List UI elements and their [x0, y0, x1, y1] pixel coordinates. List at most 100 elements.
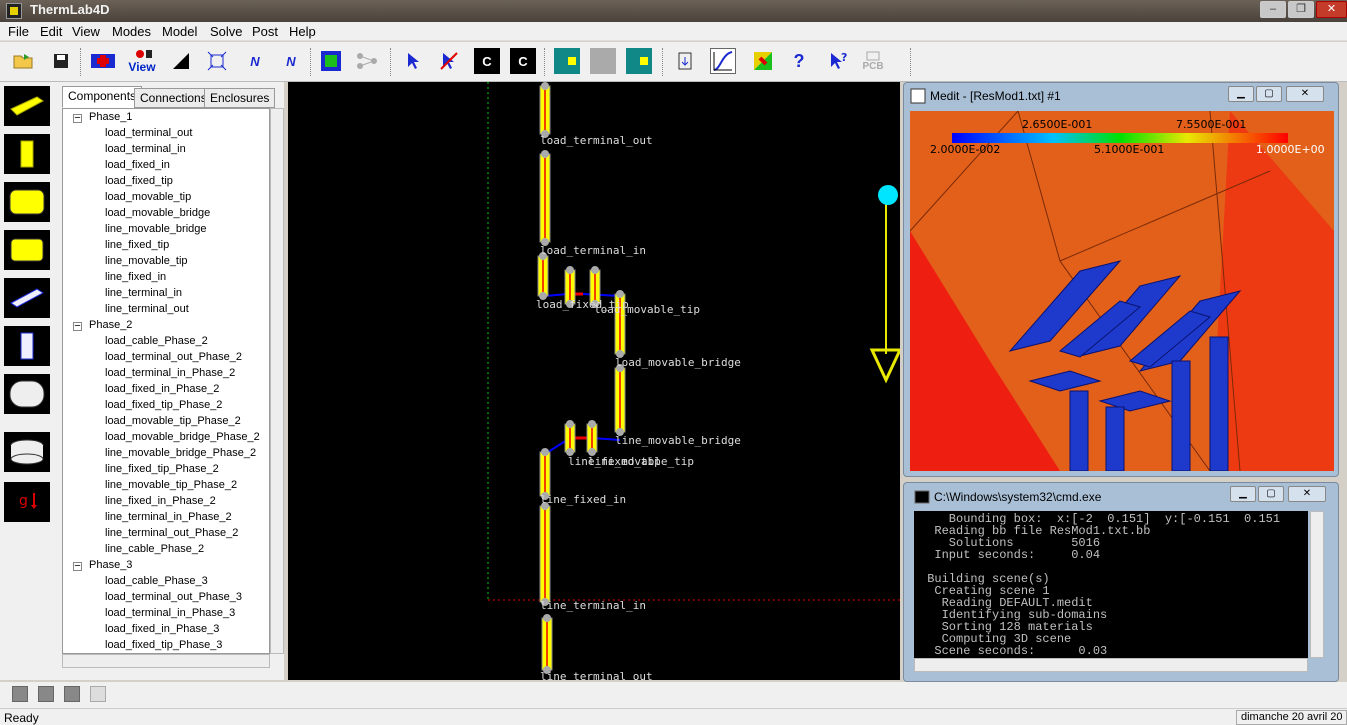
- 3d-box-icon[interactable]: [318, 48, 344, 74]
- context-help-icon[interactable]: ?: [826, 48, 852, 74]
- menu-solve[interactable]: Solve: [210, 24, 243, 39]
- tree-item[interactable]: load_movable_tip: [105, 191, 191, 203]
- vertical-bar-shape-icon[interactable]: [4, 134, 50, 174]
- medit-maximize-button[interactable]: ▢: [1256, 86, 1282, 102]
- cmd-console-output[interactable]: Bounding box: x:[-2 0.151] y:[-0.151 0.1…: [914, 511, 1308, 658]
- tree-item[interactable]: line_movable_tip: [105, 255, 188, 267]
- connector-right-icon[interactable]: [626, 48, 652, 74]
- minimize-button[interactable]: –: [1260, 1, 1286, 18]
- medit-3d-view[interactable]: 2.6500E-001 7.5500E-001 2.0000E-002 5.10…: [910, 111, 1334, 471]
- tree-item[interactable]: line_movable_tip_Phase_2: [105, 479, 237, 491]
- menu-help[interactable]: Help: [289, 24, 316, 39]
- component-tree[interactable]: − Phase_1 load_terminal_out load_terminal_i…: [62, 108, 270, 654]
- save-icon[interactable]: [48, 48, 74, 74]
- tree-item[interactable]: load_fixed_tip_Phase_3: [105, 639, 222, 651]
- vertical-plate-shape-icon[interactable]: [4, 326, 50, 366]
- medit-minimize-button[interactable]: ▁: [1228, 86, 1254, 102]
- model-canvas[interactable]: load_terminal_out load_terminal_in load_fi…: [288, 82, 900, 680]
- tree-item[interactable]: line_terminal_out: [105, 303, 189, 315]
- tree-item[interactable]: load_terminal_out_Phase_2: [105, 351, 242, 363]
- menu-model[interactable]: Model: [162, 24, 197, 39]
- menu-edit[interactable]: Edit: [40, 24, 62, 39]
- c-icon[interactable]: C: [474, 48, 500, 74]
- tree-item[interactable]: load_fixed_tip: [105, 175, 173, 187]
- tab-enclosures[interactable]: Enclosures: [204, 88, 276, 108]
- cmd-maximize-button[interactable]: ▢: [1258, 486, 1284, 502]
- tree-item[interactable]: load_terminal_out: [105, 127, 192, 139]
- layer-4-icon[interactable]: [90, 686, 106, 702]
- tree-item[interactable]: load_movable_bridge_Phase_2: [105, 431, 260, 443]
- tree-expander-phase2[interactable]: −: [73, 321, 82, 332]
- rounded-block-shape-icon[interactable]: [4, 182, 50, 222]
- tab-connections[interactable]: Connections: [134, 88, 213, 108]
- n-mode-icon[interactable]: N: [242, 48, 268, 74]
- help-icon[interactable]: ?: [786, 48, 812, 74]
- connector-disabled-icon[interactable]: [590, 48, 616, 74]
- barrel-shape-icon[interactable]: [4, 374, 50, 414]
- tree-horizontal-scrollbar[interactable]: [62, 654, 270, 668]
- tree-item[interactable]: load_cable_Phase_2: [105, 335, 208, 347]
- tree-group-phase1[interactable]: Phase_1: [89, 111, 132, 123]
- flat-bar-shape-icon[interactable]: [4, 86, 50, 126]
- tree-item[interactable]: line_fixed_tip_Phase_2: [105, 463, 219, 475]
- n-alt-mode-icon[interactable]: N: [278, 48, 304, 74]
- tree-item[interactable]: load_fixed_in: [105, 159, 170, 171]
- tree-item[interactable]: load_movable_tip_Phase_2: [105, 415, 241, 427]
- tree-item[interactable]: line_terminal_in_Phase_2: [105, 511, 232, 523]
- medit-close-button[interactable]: ✕: [1286, 86, 1324, 102]
- tree-item[interactable]: load_terminal_in_Phase_3: [105, 607, 235, 619]
- fit-view-icon[interactable]: [204, 48, 230, 74]
- tree-vertical-scrollbar[interactable]: [270, 108, 284, 654]
- tab-components[interactable]: Components: [62, 86, 143, 108]
- cylinder-shape-icon[interactable]: [4, 230, 50, 270]
- layer-3-icon[interactable]: [64, 686, 80, 702]
- select-arrow-icon[interactable]: [400, 48, 426, 74]
- maximize-button[interactable]: ❐: [1288, 1, 1314, 18]
- tree-group-phase3[interactable]: Phase_3: [89, 559, 132, 571]
- tree-item[interactable]: load_terminal_in: [105, 143, 186, 155]
- plate-shape-icon[interactable]: [4, 278, 50, 318]
- tree-item[interactable]: line_movable_bridge_Phase_2: [105, 447, 256, 459]
- close-button[interactable]: ✕: [1316, 1, 1347, 18]
- connector-left-icon[interactable]: [554, 48, 580, 74]
- tree-item[interactable]: load_movable_bridge: [105, 207, 210, 219]
- menu-modes[interactable]: Modes: [112, 24, 151, 39]
- tree-item[interactable]: line_fixed_in_Phase_2: [105, 495, 216, 507]
- tree-item[interactable]: line_fixed_tip: [105, 239, 169, 251]
- contrast-icon[interactable]: [168, 48, 194, 74]
- view-button[interactable]: View: [126, 48, 158, 74]
- network-icon[interactable]: [354, 48, 380, 74]
- tree-item[interactable]: load_cable_Phase_3: [105, 575, 208, 587]
- tree-item[interactable]: line_fixed_in: [105, 271, 166, 283]
- tree-expander-phase3[interactable]: −: [73, 561, 82, 572]
- tree-item[interactable]: line_cable_Phase_2: [105, 543, 204, 555]
- tree-group-phase2[interactable]: Phase_2: [89, 319, 132, 331]
- app-icon[interactable]: [6, 3, 22, 19]
- color-map-icon[interactable]: [750, 48, 776, 74]
- tree-item[interactable]: load_terminal_in_Phase_2: [105, 367, 235, 379]
- tree-item[interactable]: load_terminal_out_Phase_3: [105, 591, 242, 603]
- tree-item[interactable]: load_fixed_in_Phase_2: [105, 383, 219, 395]
- cmd-vertical-scrollbar[interactable]: [1310, 511, 1324, 658]
- tree-item[interactable]: line_terminal_out_Phase_2: [105, 527, 238, 539]
- gravity-icon[interactable]: g: [4, 482, 50, 522]
- menu-file[interactable]: File: [8, 24, 29, 39]
- tree-item[interactable]: load_fixed_tip_Phase_2: [105, 399, 222, 411]
- tree-item[interactable]: line_terminal_in: [105, 287, 182, 299]
- menu-view[interactable]: View: [72, 24, 100, 39]
- add-component-icon[interactable]: [90, 48, 116, 74]
- cmd-close-button[interactable]: ✕: [1288, 486, 1326, 502]
- open-folder-icon[interactable]: [10, 48, 36, 74]
- export-icon[interactable]: [672, 48, 698, 74]
- tree-item[interactable]: line_movable_bridge: [105, 223, 207, 235]
- curve-chart-icon[interactable]: [710, 48, 736, 74]
- tree-expander-phase1[interactable]: −: [73, 113, 82, 124]
- pcb-button[interactable]: PCB: [858, 48, 888, 74]
- cmd-horizontal-scrollbar[interactable]: [914, 658, 1308, 672]
- cmd-minimize-button[interactable]: ▁: [1230, 486, 1256, 502]
- layer-2-icon[interactable]: [38, 686, 54, 702]
- disc-shape-icon[interactable]: [4, 432, 50, 472]
- layer-1-icon[interactable]: [12, 686, 28, 702]
- menu-post[interactable]: Post: [252, 24, 278, 39]
- c-alt-icon[interactable]: C: [510, 48, 536, 74]
